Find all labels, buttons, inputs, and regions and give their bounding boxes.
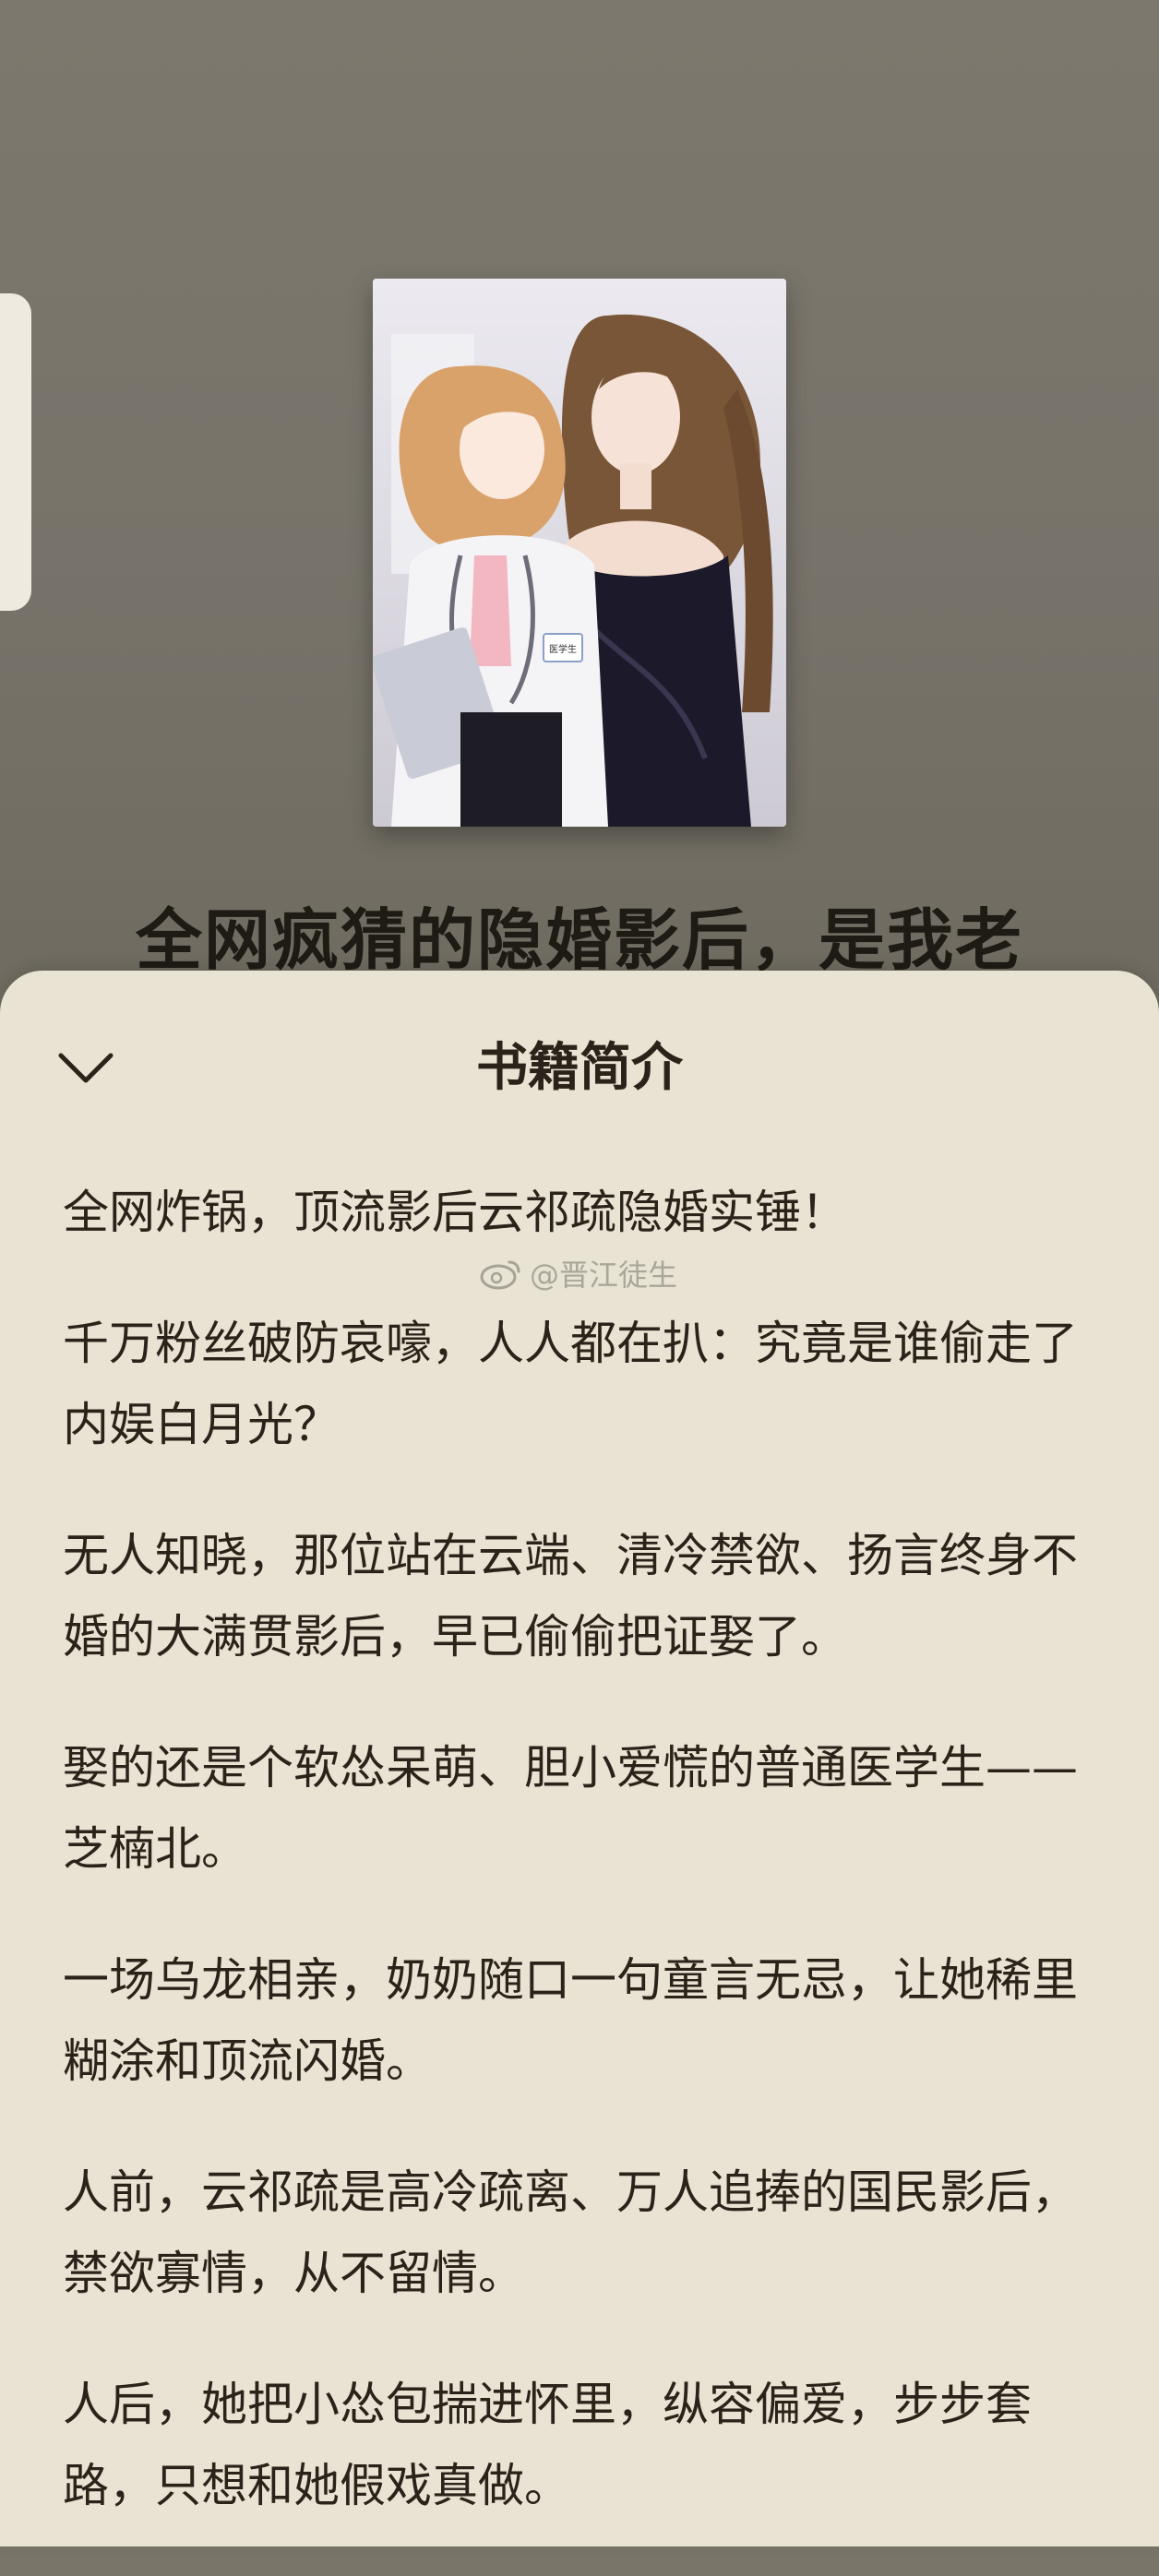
synopsis-paragraph: 无人知晓，那位站在云端、清冷禁欲、扬言终身不婚的大满贯影后，早已偷偷把证娶了。 (63, 1529, 1078, 1664)
sheet-title: 书籍简介 (476, 1038, 683, 1098)
watermark: @晋江徒生 (480, 1251, 677, 1295)
book-cover-image: 医学生 (373, 279, 786, 827)
watermark-text: @晋江徒生 (530, 1258, 678, 1293)
weibo-icon (480, 1260, 520, 1290)
synopsis-paragraph: 全网炸锅，顶流影后云祁疏隐婚实锤！ (63, 1186, 847, 1239)
synopsis-paragraph: 千万粉丝破防哀嚎，人人都在扒：究竟是谁偷走了内娱白月光？ (63, 1317, 1078, 1451)
synopsis-paragraph: 人前，云祁疏是高冷疏离、万人追捧的国民影后，禁欲寡情，从不留情。 (63, 2165, 1078, 2300)
book-title: 全网疯猜的隐婚影后，是我老 (135, 901, 1023, 979)
synopsis-paragraph: 一场乌龙相亲，奶奶随口一句童言无忌，让她稀里糊涂和顶流闪婚。 (63, 1953, 1078, 2088)
synopsis-paragraph: 人后，她把小怂包揣进怀里，纵容偏爱，步步套路，只想和她假戏真做。 (63, 2378, 1032, 2512)
side-drawer-handle[interactable] (0, 293, 31, 611)
synopsis-paragraph: 娶的还是个软怂呆萌、胆小爱慌的普通医学生——芝楠北。 (63, 1741, 1078, 1876)
cover-badge-text: 医学生 (549, 643, 577, 655)
synopsis-text: 全网炸锅，顶流影后云祁疏隐婚实锤！ 千万粉丝破防哀嚎，人人都在扒：究竟是谁偷走了… (63, 1172, 1105, 2576)
